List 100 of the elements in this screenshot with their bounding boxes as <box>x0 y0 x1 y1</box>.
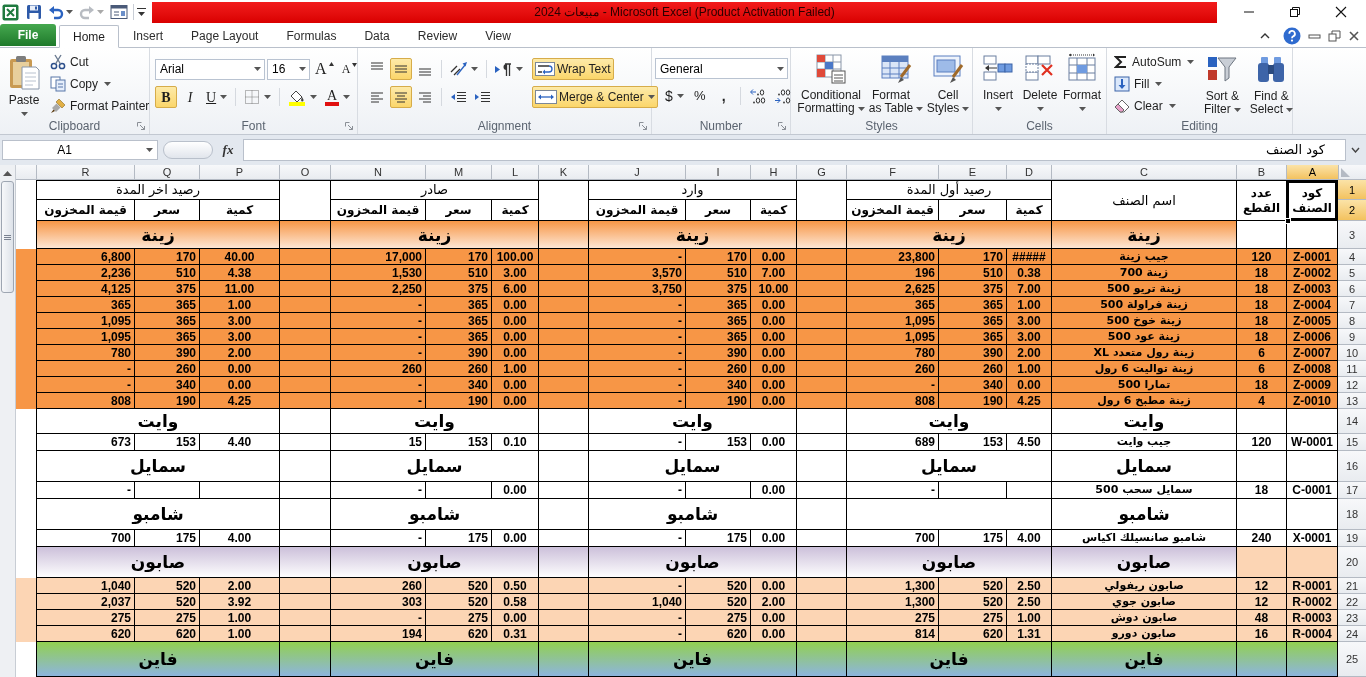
insert-button[interactable]: Insert <box>977 50 1019 120</box>
scroll-up-icon[interactable] <box>3 169 12 176</box>
number-format-field[interactable]: General <box>655 58 788 79</box>
comma-button[interactable]: , <box>712 85 735 107</box>
row-header[interactable]: 19 <box>1338 530 1366 547</box>
row-header[interactable]: 6 <box>1338 281 1366 297</box>
column-header[interactable]: C <box>1051 165 1236 180</box>
dialog-launcher-icon[interactable] <box>345 122 353 130</box>
row-header[interactable]: 13 <box>1338 393 1366 409</box>
dialog-launcher-icon[interactable] <box>639 122 647 130</box>
column-header[interactable]: R <box>36 165 134 180</box>
row-header[interactable]: 12 <box>1338 377 1366 393</box>
fill-button[interactable]: Fill <box>1112 73 1165 95</box>
tab[interactable]: Insert <box>119 24 178 47</box>
column-header[interactable]: O <box>279 165 330 180</box>
dropdown-icon[interactable] <box>137 6 146 18</box>
tab[interactable]: View <box>471 24 525 47</box>
tab[interactable]: Review <box>403 24 472 47</box>
delete-button[interactable]: Delete <box>1019 50 1061 120</box>
save-icon[interactable] <box>26 4 42 20</box>
column-header[interactable]: M <box>425 165 491 180</box>
row-header[interactable]: 11 <box>1338 361 1366 377</box>
row-header[interactable]: 25 <box>1338 642 1366 677</box>
row-header[interactable]: 1 <box>1338 180 1366 200</box>
wrap-text-button[interactable]: Wrap Text <box>532 58 614 80</box>
font-color-button[interactable]: A <box>322 86 354 108</box>
row-header[interactable]: 4 <box>1338 249 1366 265</box>
row-header[interactable]: 18 <box>1338 499 1366 530</box>
cut-button[interactable]: Cut <box>48 51 91 73</box>
caret-icon[interactable] <box>66 10 73 14</box>
row-header[interactable]: 16 <box>1338 451 1366 482</box>
column-header[interactable]: N <box>330 165 425 180</box>
dialog-launcher-icon[interactable] <box>137 122 145 130</box>
logo-icon[interactable] <box>2 3 19 21</box>
row-header[interactable]: 9 <box>1338 329 1366 345</box>
font-size-field[interactable]: 16 <box>267 58 310 80</box>
format-as-table-button[interactable]: Format as Table <box>867 50 925 120</box>
dialog-launcher-icon[interactable] <box>778 122 786 130</box>
font-name-field[interactable]: Arial <box>155 58 265 80</box>
underline-button[interactable]: U <box>203 86 231 108</box>
fill-handle[interactable] <box>1285 218 1291 224</box>
row-header[interactable]: 8 <box>1338 313 1366 329</box>
row-header[interactable]: 14 <box>1338 409 1366 434</box>
column-header[interactable]: J <box>588 165 685 180</box>
conditional-formatting-button[interactable]: Conditional Formatting <box>795 50 867 120</box>
column-header[interactable]: F <box>846 165 938 180</box>
row-header[interactable]: 23 <box>1338 610 1366 626</box>
copy-button[interactable]: Copy <box>48 73 113 95</box>
paste-button[interactable]: Paste <box>2 51 46 121</box>
column-header[interactable]: E <box>938 165 1006 180</box>
row-header[interactable]: 15 <box>1338 434 1366 451</box>
row-header[interactable]: 3 <box>1338 221 1366 249</box>
percent-button[interactable]: % <box>688 85 711 107</box>
row-header[interactable]: 10 <box>1338 345 1366 361</box>
scrollbar[interactable] <box>0 165 16 677</box>
align-middle-button[interactable] <box>390 58 412 80</box>
column-header[interactable]: K <box>538 165 588 180</box>
scrollbar-thumb[interactable] <box>1 181 14 293</box>
row-header[interactable]: 5 <box>1338 265 1366 281</box>
find-select-button[interactable]: Find & Select <box>1248 51 1295 121</box>
name-box[interactable]: A1 <box>2 140 158 160</box>
row-header[interactable]: 24 <box>1338 626 1366 642</box>
cell-styles-button[interactable]: Cell Styles <box>925 50 971 120</box>
tab[interactable]: Data <box>350 24 404 47</box>
insert-function-button[interactable]: fx <box>213 139 243 161</box>
clear-button[interactable]: Clear <box>1112 95 1178 117</box>
undo-icon[interactable] <box>48 4 64 20</box>
formula-field[interactable]: كود الصنف <box>243 139 1346 161</box>
column-header[interactable]: D <box>1006 165 1051 180</box>
shrink-font-button[interactable]: A <box>338 58 361 80</box>
sort-filter-button[interactable]: Sort & Filter <box>1199 51 1246 121</box>
help-icon[interactable] <box>1283 26 1301 45</box>
currency-button[interactable]: $ <box>662 85 687 107</box>
splitter-handle[interactable] <box>163 141 213 159</box>
column-header[interactable]: H <box>750 165 796 180</box>
center-button[interactable] <box>390 86 412 108</box>
italic-button[interactable]: I <box>179 86 201 108</box>
format-button[interactable]: Format <box>1061 50 1103 120</box>
merge-center-button[interactable]: Merge & Center <box>532 86 658 108</box>
chevron-up-icon[interactable] <box>1260 32 1270 39</box>
close-icon[interactable] <box>1348 29 1360 42</box>
row-header[interactable]: 17 <box>1338 482 1366 499</box>
tab[interactable]: File <box>0 24 56 46</box>
restore-icon[interactable] <box>1328 29 1341 42</box>
column-header[interactable]: P <box>199 165 279 180</box>
autosum-button[interactable]: AutoSum <box>1112 51 1197 73</box>
form-icon[interactable] <box>110 4 128 20</box>
bold-button[interactable]: B <box>155 86 177 108</box>
column-header[interactable]: Q <box>134 165 199 180</box>
chevron-down-icon[interactable] <box>1350 147 1360 153</box>
format-painter-button[interactable]: Format Painter <box>48 95 152 117</box>
column-header[interactable]: B <box>1236 165 1286 180</box>
row-header[interactable]: 21 <box>1338 578 1366 594</box>
row-header[interactable]: 20 <box>1338 547 1366 578</box>
grow-font-button[interactable]: A <box>312 58 337 80</box>
column-header[interactable]: I <box>685 165 750 180</box>
tab[interactable]: Formulas <box>272 24 351 47</box>
row-header[interactable]: 7 <box>1338 297 1366 313</box>
column-header[interactable]: A <box>1286 165 1338 180</box>
column-header[interactable]: G <box>796 165 846 180</box>
